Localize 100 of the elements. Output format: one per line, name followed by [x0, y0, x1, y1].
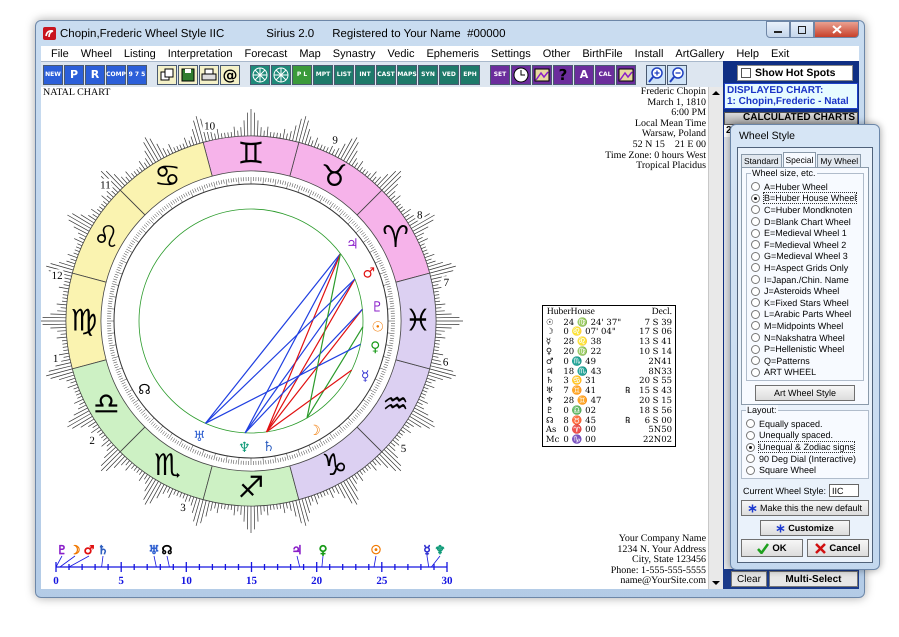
toolbar-button[interactable]	[199, 64, 219, 84]
radio-option[interactable]: N=Nakshatra Wheel	[751, 332, 861, 344]
maximize-button[interactable]	[790, 21, 814, 38]
menu-item[interactable]: Vedic	[382, 48, 420, 60]
tab[interactable]: Standard	[741, 154, 782, 167]
radio-option[interactable]: K=Fixed Stars Wheel	[751, 296, 861, 309]
axis-label: 5	[118, 575, 124, 587]
zodiac-sign-symbol: ♓	[404, 304, 432, 338]
table-cell: ♅	[542, 387, 560, 397]
table-cell: ☉	[542, 318, 560, 328]
menu-item[interactable]: Install	[628, 48, 670, 60]
printer-icon	[202, 68, 216, 80]
toolbar-button[interactable]	[157, 64, 177, 84]
house-number: 2	[89, 434, 95, 447]
radio-option[interactable]: I=Japan./Chin. Name	[751, 274, 861, 286]
toolbar-button[interactable]: @	[220, 64, 240, 84]
radio-option[interactable]: Square Wheel	[746, 464, 866, 476]
toolbar-button[interactable]	[532, 64, 552, 84]
toolbar-button[interactable]: A	[574, 64, 594, 84]
radio-option[interactable]: ART WHEEL	[751, 366, 861, 378]
radio-option[interactable]: P=Hellenistic Wheel	[751, 343, 861, 355]
footer-text: City, State 123456	[632, 555, 706, 566]
planet-symbol: ♄	[262, 438, 275, 455]
radio-option[interactable]: Equally spaced.	[746, 418, 866, 430]
wheel-style-field[interactable]: IIC	[829, 484, 860, 498]
menu-item[interactable]: Help	[730, 48, 765, 60]
radio-option[interactable]: D=Blank Chart Wheel	[751, 216, 861, 228]
toolbar-button[interactable]: R	[85, 64, 105, 84]
menu-item[interactable]: Ephemeris	[420, 48, 486, 60]
menu-item[interactable]: Exit	[764, 48, 796, 60]
displayed-chart-title: DISPLAYED CHART:	[727, 85, 824, 96]
radio-option[interactable]: Q=Patterns	[751, 354, 861, 366]
customize-button[interactable]: Customize	[760, 520, 850, 536]
menu-item[interactable]: Other	[536, 48, 576, 60]
menu-item[interactable]: Map	[293, 48, 327, 60]
menu-item[interactable]: Synastry	[326, 48, 382, 60]
panel-button[interactable]: Clear	[731, 571, 767, 587]
menu-item[interactable]: BirthFile	[576, 48, 629, 60]
radio-option[interactable]: Unequal & Zodiac signs	[746, 441, 866, 453]
menu-item[interactable]: Interpretation	[162, 48, 239, 60]
leader-line	[166, 556, 170, 568]
chart-info-text: Time Zone: 0 hours West	[605, 150, 706, 161]
radio-option[interactable]: F=Medieval Wheel 2	[751, 238, 861, 251]
dialog-title: Wheel Style	[738, 129, 796, 144]
planet-symbol: ♃	[346, 236, 359, 253]
toolbar-button[interactable]	[667, 64, 687, 84]
radio-option[interactable]: Unequally spaced.	[746, 430, 866, 442]
house-number: 7	[444, 277, 450, 290]
toolbar-button[interactable]	[511, 64, 531, 84]
toolbar-button[interactable]	[271, 64, 291, 84]
menu-item[interactable]: ArtGallery	[669, 48, 730, 60]
table-cell: 2N41	[631, 358, 676, 368]
footer-text: 1234 N. Your Address	[617, 544, 706, 555]
panel-button[interactable]: Multi-Select	[768, 571, 858, 587]
radio-option[interactable]: A=Huber Wheel	[751, 181, 861, 193]
footer-text: Phone: 1-555-555-5555	[610, 566, 706, 576]
default-button[interactable]: Make this the new default	[741, 500, 869, 516]
list-header[interactable]: CALCULATED CHARTS	[724, 112, 858, 125]
axis-label: 30	[442, 575, 452, 587]
hot-spots-checkbox[interactable]: Show Hot Spots	[737, 65, 853, 81]
displayed-chart-name: 1: Chopin,Frederic - Natal	[727, 96, 850, 107]
radio-option[interactable]: B=Huber House Wheel	[751, 192, 861, 204]
ok-button[interactable]: OK	[741, 539, 803, 558]
toolbar-button[interactable]	[178, 64, 198, 84]
zoom-in-icon	[648, 66, 663, 82]
table-cell: ♇	[542, 406, 560, 417]
menu-item[interactable]: File	[45, 48, 75, 60]
radio-option[interactable]: M=Midpoints Wheel	[751, 320, 861, 332]
cancel-button[interactable]: Cancel	[807, 539, 869, 558]
table-cell: 7 ♊ 41	[560, 387, 622, 397]
menu-item[interactable]: Settings	[485, 48, 537, 60]
toolbar-button[interactable]: P	[64, 64, 84, 84]
radio-option[interactable]: C=Huber Mondknoten	[751, 204, 861, 216]
toolbar-button[interactable]	[250, 64, 270, 84]
toolbar-button[interactable]	[616, 64, 636, 84]
zodiac-sign-symbol: ♉	[321, 158, 348, 194]
radio-option[interactable]: E=Medieval Wheel 1	[751, 227, 861, 239]
tab[interactable]: Special	[782, 152, 816, 167]
minimize-button[interactable]	[766, 21, 790, 38]
radio-option[interactable]: H=Aspect Grids Only	[751, 262, 861, 274]
planet-symbol: ♆	[238, 440, 251, 456]
table-cell: ☿	[542, 338, 560, 348]
close-button[interactable]	[814, 21, 859, 38]
tab[interactable]: My Wheel	[817, 154, 862, 167]
menu-item[interactable]: Wheel	[74, 48, 118, 60]
table-cell-text: 20 ♍ 22	[562, 348, 602, 357]
close-icon	[815, 542, 826, 554]
radio-option[interactable]: L=Arabic Parts Wheel	[751, 308, 861, 320]
menu-item[interactable]: Listing	[118, 48, 162, 60]
art-wheel-style-button[interactable]: Art Wheel Style	[755, 385, 855, 402]
checkbox[interactable]	[741, 68, 751, 78]
radio-option[interactable]: G=Medieval Wheel 3	[751, 250, 861, 262]
radio-option[interactable]: J=Asteroids Wheel	[751, 285, 861, 297]
planet-symbol: ♅	[193, 429, 206, 446]
table-cell-text: 24 ♍ 24' 37"	[562, 318, 622, 328]
menu-item[interactable]: Forecast	[238, 48, 294, 60]
toolbar-button[interactable]	[646, 64, 666, 84]
table-cell-text: 18 ♏ 43	[562, 368, 602, 377]
scrollbar[interactable]	[708, 87, 723, 589]
radio-option[interactable]: 90 Deg Dial (Interactive)	[746, 452, 866, 464]
